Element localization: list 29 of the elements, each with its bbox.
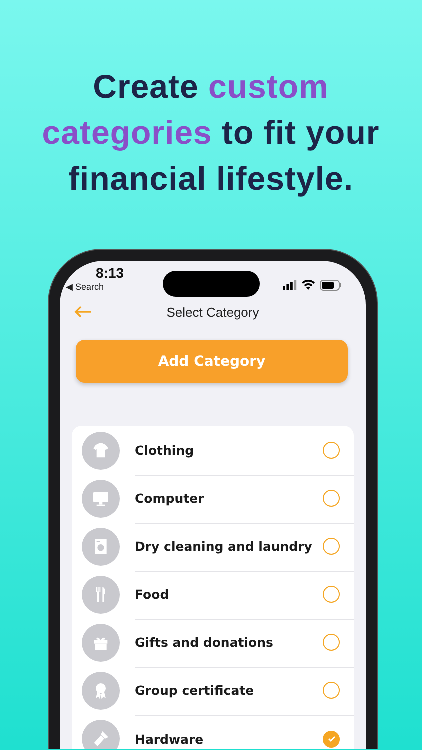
back-arrow-icon[interactable] [74,306,92,318]
category-icon [82,480,120,518]
radio-button[interactable] [323,730,340,748]
radio-button[interactable] [323,490,340,507]
category-icon [82,672,120,710]
radio-button[interactable] [323,586,340,603]
category-name: Clothing [135,443,196,458]
wifi-icon [302,280,315,290]
category-name: Gifts and donations [135,635,274,650]
screen-title: Select Category [166,304,260,320]
category-name: Group certificate [135,683,256,698]
category-icon [82,432,120,470]
back-link[interactable]: ◀ Search [66,282,104,292]
category-name: Hardware [135,732,205,746]
category-name: Computer [135,491,206,506]
category-icon [82,624,120,662]
radio-button[interactable] [323,538,340,555]
radio-button[interactable] [323,682,340,699]
check-icon [326,734,336,744]
category-icon [82,528,120,566]
signal-icon [283,280,297,290]
headline: Create custom categories to fit your financial lifestyle. [41,67,381,199]
radio-button[interactable] [323,442,340,459]
category-icon [82,576,120,614]
category-name: Food [135,587,170,602]
radio-button[interactable] [323,634,340,651]
status-time: 8:13 [96,265,124,281]
category-name: Dry cleaning and laundry [135,539,314,554]
battery-icon [320,280,342,290]
